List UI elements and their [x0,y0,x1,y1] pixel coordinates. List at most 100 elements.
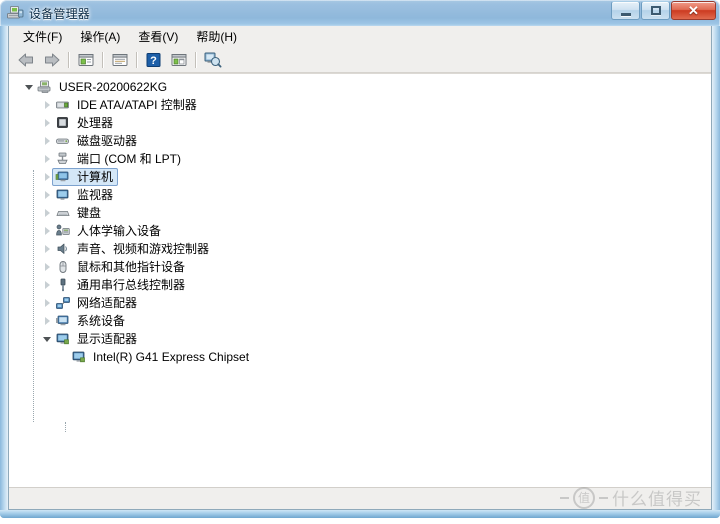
chevron-right-icon [44,119,50,127]
tree-node-label: 键盘 [77,206,102,220]
device-manager-icon [6,4,24,22]
display-adapter-icon [71,349,87,365]
minimize-button[interactable] [611,1,640,20]
toolbar-separator-4 [195,51,196,68]
tree-node-hid[interactable]: 人体学输入设备 [9,222,711,240]
computer-root-icon [37,79,53,95]
expand-toggle-display-adapter[interactable] [39,330,55,348]
tree-node-sound-controller[interactable]: 声音、视频和游戏控制器 [9,240,711,258]
client-area: 文件(F) 操作(A) 查看(V) 帮助(H) ? USER-20200622K… [8,26,712,510]
tree-node-usb-controller[interactable]: 通用串行总线控制器 [9,276,711,294]
expand-toggle-usb-controller[interactable] [39,276,55,294]
tree-node-label: 端口 (COM 和 LPT) [77,152,181,166]
toolbar-separator-2 [102,51,103,68]
expand-toggle-mouse[interactable] [39,258,55,276]
tree-node-label: 网络适配器 [77,296,138,310]
expand-toggle-network-adapter[interactable] [39,294,55,312]
expand-toggle-system-device[interactable] [39,312,55,330]
chevron-right-icon [44,191,50,199]
computer-icon [55,169,71,185]
tree-node-label: IDE ATA/ATAPI 控制器 [77,98,197,112]
tree-node-disk-drive[interactable]: 磁盘驱动器 [9,132,711,150]
menu-view[interactable]: 查看(V) [129,29,187,45]
chevron-down-icon [43,336,51,342]
tree-connector-line-child [65,422,66,432]
device-tree[interactable]: USER-20200622KG IDE ATA/ATAPI 控制器 处理器 磁盘… [9,73,711,487]
maximize-icon [650,6,661,15]
tree-node-label: 鼠标和其他指针设备 [77,260,186,274]
tree-node-label: 显示适配器 [77,332,138,346]
maximize-button[interactable] [641,1,670,20]
window-border-right [712,26,720,518]
menu-bar: 文件(F) 操作(A) 查看(V) 帮助(H) [9,26,711,47]
tree-node-intel-g41[interactable]: Intel(R) G41 Express Chipset [9,348,711,366]
show-hidden-devices-button[interactable] [74,49,97,71]
toolbar-separator-3 [136,51,137,68]
menu-help[interactable]: 帮助(H) [187,29,246,45]
menu-action[interactable]: 操作(A) [71,29,129,45]
expand-toggle-keyboard[interactable] [39,204,55,222]
title-bar[interactable]: 设备管理器 ✕ [0,0,720,26]
tree-node-network-adapter[interactable]: 网络适配器 [9,294,711,312]
tree-node-ide-controller[interactable]: IDE ATA/ATAPI 控制器 [9,96,711,114]
back-button[interactable] [15,49,38,71]
chevron-right-icon [44,209,50,217]
hid-icon [55,223,71,239]
tree-node-label: 处理器 [77,116,114,130]
forward-button[interactable] [40,49,63,71]
tree-node-label: 声音、视频和游戏控制器 [77,242,210,256]
tree-node-ports[interactable]: 端口 (COM 和 LPT) [9,150,711,168]
scan-hardware-changes-icon [204,52,222,68]
back-arrow-icon [18,53,33,66]
expand-toggle-sound-controller[interactable] [39,240,55,258]
keyboard-icon [55,205,71,221]
tree-node-label: 磁盘驱动器 [77,134,138,148]
update-driver-icon [171,53,186,66]
close-icon: ✕ [688,3,699,18]
forward-arrow-icon [45,53,60,66]
tree-node-label: USER-20200622KG [59,80,168,94]
expand-toggle-hid[interactable] [39,222,55,240]
expand-toggle-root[interactable] [21,78,37,96]
tree-node-computer[interactable]: 计算机 [9,168,711,186]
show-hidden-icon [78,53,93,66]
help-button[interactable]: ? [142,49,165,71]
tree-node-display-adapter[interactable]: 显示适配器 [9,330,711,348]
menu-file[interactable]: 文件(F) [14,29,71,45]
expand-toggle-computer[interactable] [39,168,55,186]
expand-toggle-ide-controller[interactable] [39,96,55,114]
window-title: 设备管理器 [29,6,91,21]
properties-button[interactable] [108,49,131,71]
tree-node-monitor[interactable]: 监视器 [9,186,711,204]
tree-node-keyboard[interactable]: 键盘 [9,204,711,222]
tree-node-processor[interactable]: 处理器 [9,114,711,132]
status-bar [9,487,711,509]
processor-icon [55,115,71,131]
chevron-right-icon [44,155,50,163]
tree-node-mouse[interactable]: 鼠标和其他指针设备 [9,258,711,276]
tree-node-label: 监视器 [77,188,114,202]
mouse-icon [55,259,71,275]
expand-toggle-disk-drive[interactable] [39,132,55,150]
expand-toggle-processor[interactable] [39,114,55,132]
tree-node-system-device[interactable]: 系统设备 [9,312,711,330]
chevron-right-icon [44,299,50,307]
tree-node-root[interactable]: USER-20200622KG [9,78,711,96]
window-frame: 设备管理器 ✕ 文件(F) 操作(A) 查看(V) 帮助(H) ? USER-2… [0,0,720,518]
window-border-bottom [0,510,720,518]
chevron-right-icon [44,227,50,235]
chevron-right-icon [44,245,50,253]
toolbar: ? [9,47,711,73]
scan-hardware-changes-button[interactable] [201,49,224,71]
disk-drive-icon [55,133,71,149]
close-button[interactable]: ✕ [671,1,716,20]
monitor-icon [55,187,71,203]
expand-toggle-monitor[interactable] [39,186,55,204]
display-adapter-icon [55,331,71,347]
chevron-right-icon [44,317,50,325]
ide-controller-icon [55,97,71,113]
chevron-right-icon [44,101,50,109]
chevron-right-icon [44,263,50,271]
expand-toggle-ports[interactable] [39,150,55,168]
update-driver-button[interactable] [167,49,190,71]
